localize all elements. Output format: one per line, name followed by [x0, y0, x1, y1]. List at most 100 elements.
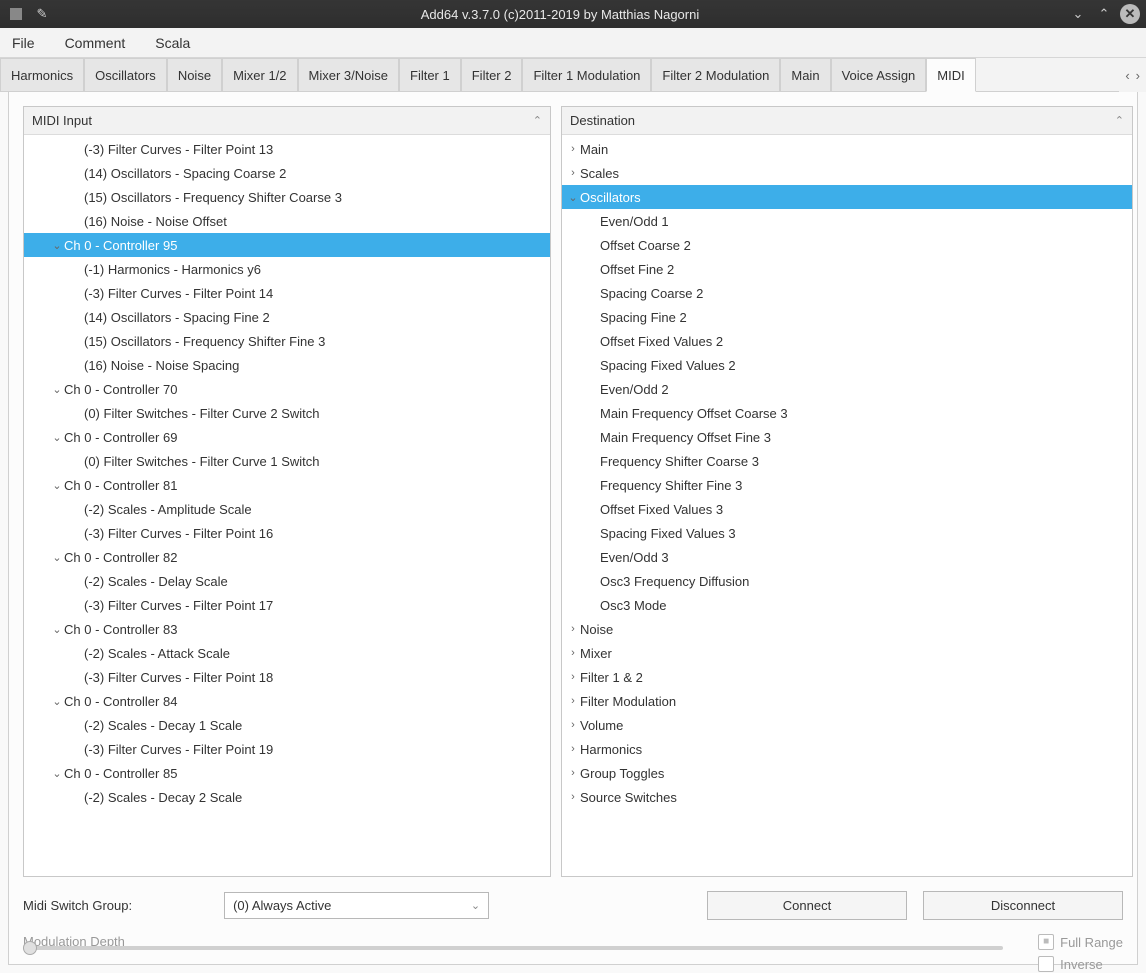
modulation-depth-slider[interactable]	[23, 946, 1003, 950]
tree-item[interactable]: (15) Oscillators - Frequency Shifter Coa…	[24, 185, 550, 209]
minimize-icon[interactable]: ⌄	[1068, 4, 1088, 24]
tree-item[interactable]: (-3) Filter Curves - Filter Point 18	[24, 665, 550, 689]
midi-switch-group-select[interactable]: (0) Always Active ⌄	[224, 892, 489, 919]
chevron-right-icon[interactable]: ›	[566, 743, 580, 755]
menu-comment[interactable]: Comment	[59, 31, 132, 55]
tree-item[interactable]: Offset Fixed Values 3	[562, 497, 1132, 521]
tab-filter-2[interactable]: Filter 2	[461, 58, 523, 92]
tab-voice-assign[interactable]: Voice Assign	[831, 58, 927, 92]
connect-button[interactable]: Connect	[707, 891, 907, 920]
close-icon[interactable]: ✕	[1120, 4, 1140, 24]
tree-item[interactable]: Offset Coarse 2	[562, 233, 1132, 257]
tab-mixer-1-2[interactable]: Mixer 1/2	[222, 58, 297, 92]
chevron-down-icon[interactable]: ⌄	[566, 191, 580, 204]
slider-thumb[interactable]	[23, 941, 37, 955]
chevron-right-icon[interactable]: ›	[566, 167, 580, 179]
tree-item[interactable]: (16) Noise - Noise Spacing	[24, 353, 550, 377]
chevron-down-icon[interactable]: ⌄	[50, 383, 64, 396]
tab-filter-1[interactable]: Filter 1	[399, 58, 461, 92]
chevron-right-icon[interactable]: ›	[566, 143, 580, 155]
tree-item[interactable]: Osc3 Mode	[562, 593, 1132, 617]
tree-item[interactable]: Spacing Fixed Values 3	[562, 521, 1132, 545]
maximize-icon[interactable]: ⌃	[1094, 4, 1114, 24]
tree-item[interactable]: Offset Fine 2	[562, 257, 1132, 281]
tree-item[interactable]: (-2) Scales - Amplitude Scale	[24, 497, 550, 521]
tree-item[interactable]: Even/Odd 3	[562, 545, 1132, 569]
chevron-down-icon[interactable]: ⌄	[50, 239, 64, 252]
tree-item[interactable]: Main Frequency Offset Coarse 3	[562, 401, 1132, 425]
tree-item[interactable]: (-2) Scales - Attack Scale	[24, 641, 550, 665]
chevron-right-icon[interactable]: ›	[566, 767, 580, 779]
tree-item[interactable]: (-2) Scales - Decay 1 Scale	[24, 713, 550, 737]
tree-item[interactable]: ›Harmonics	[562, 737, 1132, 761]
chevron-right-icon[interactable]: ›	[566, 671, 580, 683]
tree-item[interactable]: ⌄Ch 0 - Controller 69	[24, 425, 550, 449]
tree-item[interactable]: ⌄Oscillators	[562, 185, 1132, 209]
tree-item[interactable]: Spacing Coarse 2	[562, 281, 1132, 305]
tree-item[interactable]: Frequency Shifter Fine 3	[562, 473, 1132, 497]
tab-midi[interactable]: MIDI	[926, 58, 975, 92]
tree-item[interactable]: ›Filter Modulation	[562, 689, 1132, 713]
chevron-down-icon[interactable]: ⌄	[50, 623, 64, 636]
destination-tree[interactable]: ›Main›Scales⌄Oscillators Even/Odd 1 Offs…	[562, 135, 1132, 876]
tree-item[interactable]: Osc3 Frequency Diffusion	[562, 569, 1132, 593]
tree-item[interactable]: Spacing Fixed Values 2	[562, 353, 1132, 377]
tab-noise[interactable]: Noise	[167, 58, 222, 92]
tree-item[interactable]: ⌄Ch 0 - Controller 95	[24, 233, 550, 257]
inverse-checkbox[interactable]	[1038, 956, 1054, 972]
tab-scroll-right-icon[interactable]: ›	[1136, 68, 1140, 83]
tree-item[interactable]: (-3) Filter Curves - Filter Point 17	[24, 593, 550, 617]
chevron-down-icon[interactable]: ⌄	[50, 479, 64, 492]
chevron-down-icon[interactable]: ⌄	[50, 695, 64, 708]
midi-input-tree[interactable]: (-3) Filter Curves - Filter Point 13 (14…	[24, 135, 550, 876]
full-range-checkbox[interactable]	[1038, 934, 1054, 950]
tab-mixer-3-noise[interactable]: Mixer 3/Noise	[298, 58, 399, 92]
tree-item[interactable]: Offset Fixed Values 2	[562, 329, 1132, 353]
tree-item[interactable]: Spacing Fine 2	[562, 305, 1132, 329]
tree-item[interactable]: ⌄Ch 0 - Controller 85	[24, 761, 550, 785]
tree-item[interactable]: (0) Filter Switches - Filter Curve 2 Swi…	[24, 401, 550, 425]
tab-scroll-left-icon[interactable]: ‹	[1125, 68, 1129, 83]
tree-item[interactable]: (-1) Harmonics - Harmonics y6	[24, 257, 550, 281]
chevron-down-icon[interactable]: ⌄	[50, 551, 64, 564]
chevron-down-icon[interactable]: ⌄	[50, 767, 64, 780]
tree-item[interactable]: ⌄Ch 0 - Controller 70	[24, 377, 550, 401]
tree-item[interactable]: Frequency Shifter Coarse 3	[562, 449, 1132, 473]
tree-item[interactable]: (0) Filter Switches - Filter Curve 1 Swi…	[24, 449, 550, 473]
tree-item[interactable]: ›Main	[562, 137, 1132, 161]
tree-item[interactable]: (-3) Filter Curves - Filter Point 13	[24, 137, 550, 161]
tree-item[interactable]: (14) Oscillators - Spacing Coarse 2	[24, 161, 550, 185]
tree-item[interactable]: ›Noise	[562, 617, 1132, 641]
chevron-right-icon[interactable]: ›	[566, 791, 580, 803]
tree-item[interactable]: ⌄Ch 0 - Controller 81	[24, 473, 550, 497]
chevron-right-icon[interactable]: ›	[566, 647, 580, 659]
tree-item[interactable]: ›Group Toggles	[562, 761, 1132, 785]
chevron-right-icon[interactable]: ›	[566, 719, 580, 731]
tree-item[interactable]: ⌄Ch 0 - Controller 83	[24, 617, 550, 641]
pin-icon[interactable]: ✎	[32, 4, 52, 24]
tab-harmonics[interactable]: Harmonics	[0, 58, 84, 92]
tree-item[interactable]: ⌄Ch 0 - Controller 82	[24, 545, 550, 569]
tree-item[interactable]: ⌄Ch 0 - Controller 84	[24, 689, 550, 713]
tree-item[interactable]: Main Frequency Offset Fine 3	[562, 425, 1132, 449]
tree-item[interactable]: (-2) Scales - Delay Scale	[24, 569, 550, 593]
chevron-up-icon[interactable]: ⌃	[1115, 114, 1124, 127]
disconnect-button[interactable]: Disconnect	[923, 891, 1123, 920]
tree-item[interactable]: ›Scales	[562, 161, 1132, 185]
tab-main[interactable]: Main	[780, 58, 830, 92]
tree-item[interactable]: Even/Odd 1	[562, 209, 1132, 233]
chevron-right-icon[interactable]: ›	[566, 695, 580, 707]
chevron-up-icon[interactable]: ⌃	[533, 114, 542, 127]
tree-item[interactable]: (-3) Filter Curves - Filter Point 16	[24, 521, 550, 545]
tree-item[interactable]: ›Filter 1 & 2	[562, 665, 1132, 689]
menu-file[interactable]: File	[6, 31, 41, 55]
tree-item[interactable]: (-2) Scales - Decay 2 Scale	[24, 785, 550, 809]
tab-filter-1-modulation[interactable]: Filter 1 Modulation	[522, 58, 651, 92]
tree-item[interactable]: (-3) Filter Curves - Filter Point 14	[24, 281, 550, 305]
chevron-right-icon[interactable]: ›	[566, 623, 580, 635]
chevron-down-icon[interactable]: ⌄	[50, 431, 64, 444]
tab-oscillators[interactable]: Oscillators	[84, 58, 167, 92]
tab-filter-2-modulation[interactable]: Filter 2 Modulation	[651, 58, 780, 92]
tree-item[interactable]: (15) Oscillators - Frequency Shifter Fin…	[24, 329, 550, 353]
tree-item[interactable]: (16) Noise - Noise Offset	[24, 209, 550, 233]
